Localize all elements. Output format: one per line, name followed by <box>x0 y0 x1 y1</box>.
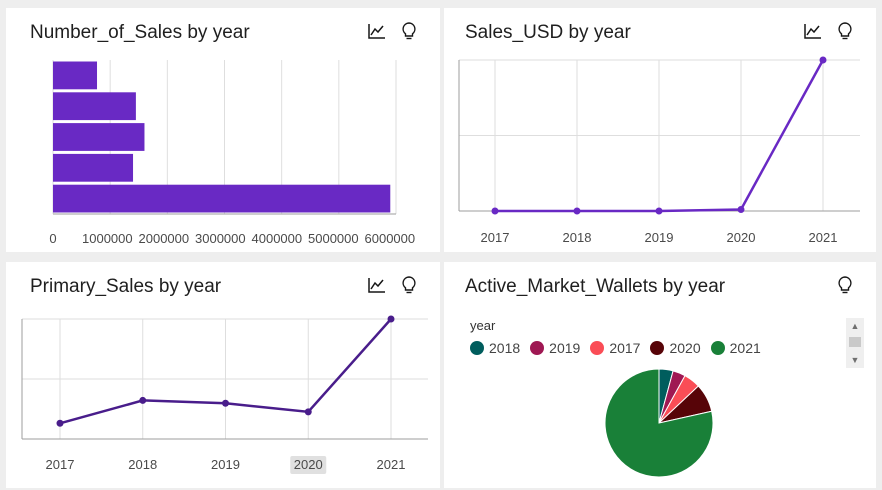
x-tick-label[interactable]: 2018 <box>563 230 592 245</box>
data-point[interactable] <box>139 396 147 404</box>
number-of-sales-card: Number_of_Sales by year 0 1000000 2000000 3… <box>6 8 440 252</box>
data-point[interactable] <box>573 207 581 215</box>
x-tick-label: 0 <box>49 231 56 246</box>
bar[interactable] <box>53 184 391 213</box>
x-tick-label: 1000000 <box>82 231 133 246</box>
data-point[interactable] <box>737 205 745 213</box>
data-point[interactable] <box>222 399 229 407</box>
x-tick-label[interactable]: 2018 <box>128 457 157 472</box>
x-tick-label[interactable]: 2017 <box>46 457 75 472</box>
x-tick-label: 4000000 <box>252 231 303 246</box>
x-tick-label[interactable]: 2019 <box>211 457 240 472</box>
data-point[interactable] <box>387 315 395 323</box>
active-market-wallets-card: Active_Market_Wallets by year year 2018 2… <box>444 262 876 488</box>
x-tick-label[interactable]: 2021 <box>377 457 406 472</box>
x-tick-label[interactable]: 2020 <box>727 230 756 245</box>
x-tick-label[interactable]: 2020 <box>294 457 323 472</box>
x-tick-label[interactable]: 2021 <box>809 230 838 245</box>
bar[interactable] <box>53 153 134 182</box>
bar[interactable] <box>53 61 98 90</box>
bar[interactable] <box>53 123 145 151</box>
x-tick-label: 5000000 <box>308 231 359 246</box>
data-point[interactable] <box>304 408 312 416</box>
bar[interactable] <box>53 92 136 121</box>
data-point[interactable] <box>655 207 663 215</box>
active-market-wallets-chart <box>604 368 714 478</box>
sales-usd-chart: 2017 2018 2019 2020 2021 <box>458 56 860 245</box>
data-point[interactable] <box>491 207 499 215</box>
data-point[interactable] <box>819 56 827 64</box>
x-tick-label[interactable]: 2019 <box>645 230 674 245</box>
x-tick-label: 2000000 <box>139 231 190 246</box>
data-point[interactable] <box>56 419 64 427</box>
primary-sales-chart: 2017 2018 2019 2020 2021 <box>21 315 428 474</box>
number-of-sales-chart: 0 1000000 2000000 3000000 4000000 5000000 6000… <box>49 60 416 246</box>
x-tick-label[interactable]: 2017 <box>481 230 510 245</box>
sales-usd-card: Sales_USD by year 2017 2018 2019 2020 2021 <box>444 8 876 252</box>
x-tick-label: 3000000 <box>195 231 246 246</box>
x-tick-label: 6000000 <box>365 231 416 246</box>
primary-sales-card: Primary_Sales by year 2017 2018 2019 2020 20… <box>6 262 440 488</box>
